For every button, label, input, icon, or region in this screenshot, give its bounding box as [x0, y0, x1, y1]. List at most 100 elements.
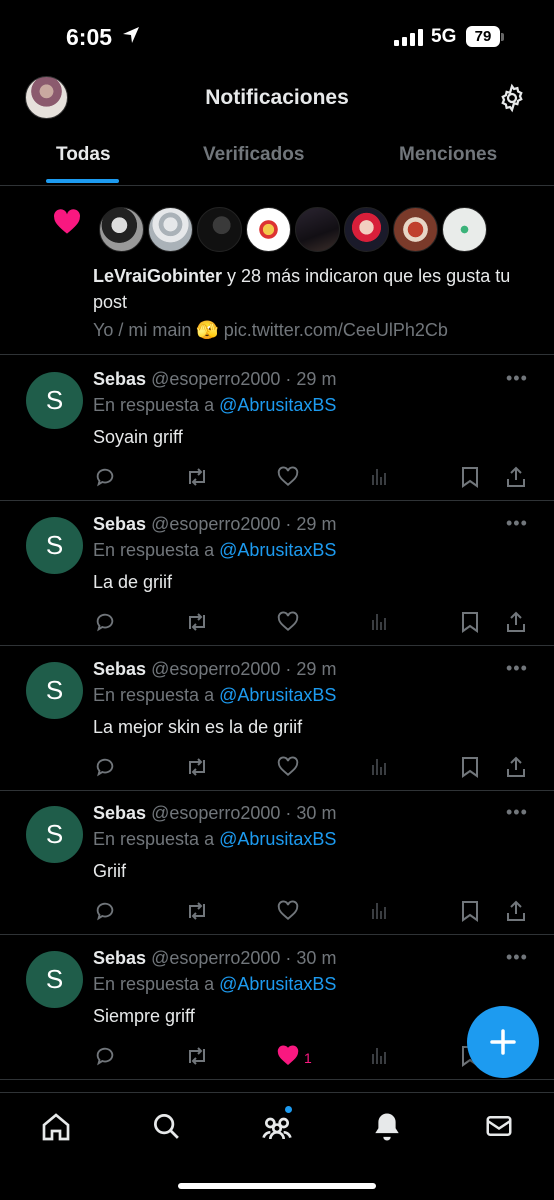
reply-prefix: En respuesta a: [93, 829, 220, 849]
author-avatar[interactable]: S: [26, 951, 83, 1008]
share-icon[interactable]: [506, 900, 526, 922]
liker-avatar[interactable]: [393, 207, 438, 252]
network-label: 5G: [431, 26, 457, 47]
like-icon[interactable]: [277, 756, 299, 777]
author-name[interactable]: Sebas: [93, 514, 146, 534]
bookmark-icon[interactable]: [461, 756, 479, 778]
liker-avatar[interactable]: [295, 207, 340, 252]
search-icon[interactable]: [151, 1111, 181, 1141]
reply-context: En respuesta a @AbrusitaxBS: [93, 540, 336, 561]
reply-icon[interactable]: [94, 611, 116, 633]
reply-icon[interactable]: [94, 466, 116, 488]
tweet-header: Sebas @esoperro2000 · 29 m: [93, 369, 336, 390]
share-icon[interactable]: [506, 466, 526, 488]
like-icon[interactable]: [277, 1045, 299, 1066]
communities-icon[interactable]: [261, 1111, 293, 1143]
tweet-actions: [0, 756, 554, 784]
author-avatar[interactable]: S: [26, 517, 83, 574]
views-icon[interactable]: [370, 1045, 388, 1065]
views-icon[interactable]: [370, 611, 388, 631]
retweet-icon[interactable]: [185, 1045, 209, 1067]
tweet-text: Griif: [93, 861, 126, 881]
tweet-text: Siempre griff: [93, 1006, 195, 1026]
more-options-icon[interactable]: •••: [506, 658, 528, 679]
page-title: Notificaciones: [205, 86, 349, 109]
tweet-actions: [0, 611, 554, 639]
liker-avatar[interactable]: [197, 207, 242, 252]
author-handle: @esoperro2000 · 29 m: [151, 369, 337, 389]
reply-icon[interactable]: [94, 1045, 116, 1067]
liker-avatar[interactable]: [442, 207, 487, 252]
reply-icon[interactable]: [94, 900, 116, 922]
post-preview[interactable]: Yo / mi main 🫣 pic.twitter.com/CeeUlPh2C…: [93, 320, 448, 341]
author-name[interactable]: Sebas: [93, 659, 146, 679]
bookmark-icon[interactable]: [461, 466, 479, 488]
reply-to-link[interactable]: @AbrusitaxBS: [219, 395, 336, 415]
reply-context: En respuesta a @AbrusitaxBS: [93, 395, 336, 416]
bell-icon[interactable]: [372, 1111, 402, 1143]
liker-avatar[interactable]: [99, 207, 144, 252]
tab-bar: Todas Verificados Menciones: [0, 132, 554, 186]
like-summary: LeVraiGobinter y 28 más indicaron que le…: [93, 263, 533, 315]
bookmark-icon[interactable]: [461, 900, 479, 922]
like-icon[interactable]: [277, 611, 299, 632]
author-handle: @esoperro2000 · 29 m: [151, 659, 337, 679]
home-icon[interactable]: [40, 1111, 72, 1143]
tweet-text: La mejor skin es la de griif: [93, 717, 303, 737]
tab-todas[interactable]: Todas: [56, 144, 111, 166]
reply-to-link[interactable]: @AbrusitaxBS: [219, 540, 336, 560]
reply-prefix: En respuesta a: [93, 540, 220, 560]
reply-prefix: En respuesta a: [93, 974, 220, 994]
liker-avatar[interactable]: [344, 207, 389, 252]
more-options-icon[interactable]: •••: [506, 802, 528, 823]
liker-name[interactable]: LeVraiGobinter: [93, 266, 222, 286]
author-avatar[interactable]: S: [26, 372, 83, 429]
tweet-actions: [0, 466, 554, 494]
reply-prefix: En respuesta a: [93, 395, 220, 415]
reply-tweet[interactable]: S Sebas @esoperro2000 · 29 m ••• En resp…: [0, 646, 554, 791]
tweet-text: La de griif: [93, 572, 173, 592]
retweet-icon[interactable]: [185, 466, 209, 488]
mail-icon[interactable]: [484, 1111, 514, 1141]
more-options-icon[interactable]: •••: [506, 947, 528, 968]
retweet-icon[interactable]: [185, 900, 209, 922]
battery-icon: 79: [466, 26, 500, 47]
author-avatar[interactable]: S: [26, 662, 83, 719]
author-avatar[interactable]: S: [26, 806, 83, 863]
status-bar: 6:05 5G 79: [0, 0, 554, 72]
bookmark-icon[interactable]: [461, 611, 479, 633]
views-icon[interactable]: [370, 900, 388, 920]
tab-verificados[interactable]: Verificados: [203, 144, 304, 166]
reply-tweet[interactable]: S Sebas @esoperro2000 · 30 m ••• En resp…: [0, 790, 554, 935]
more-options-icon[interactable]: •••: [506, 368, 528, 389]
liker-avatar[interactable]: [148, 207, 193, 252]
author-name[interactable]: Sebas: [93, 803, 146, 823]
tab-menciones[interactable]: Menciones: [399, 144, 497, 166]
reply-tweet[interactable]: S Sebas @esoperro2000 · 29 m ••• En resp…: [0, 356, 554, 501]
more-options-icon[interactable]: •••: [506, 513, 528, 534]
reply-to-link[interactable]: @AbrusitaxBS: [219, 829, 336, 849]
views-icon[interactable]: [370, 466, 388, 486]
reply-tweet[interactable]: S Sebas @esoperro2000 · 29 m ••• En resp…: [0, 501, 554, 646]
reply-icon[interactable]: [94, 756, 116, 778]
bottom-nav: [0, 1092, 554, 1200]
compose-button[interactable]: [467, 1006, 539, 1078]
retweet-icon[interactable]: [185, 611, 209, 633]
author-name[interactable]: Sebas: [93, 948, 146, 968]
like-icon[interactable]: [277, 900, 299, 921]
share-icon[interactable]: [506, 756, 526, 778]
retweet-icon[interactable]: [185, 756, 209, 778]
liker-avatar[interactable]: [246, 207, 291, 252]
views-icon[interactable]: [370, 756, 388, 776]
share-icon[interactable]: [506, 611, 526, 633]
reply-to-link[interactable]: @AbrusitaxBS: [219, 685, 336, 705]
like-icon[interactable]: [277, 466, 299, 487]
like-notification[interactable]: LeVraiGobinter y 28 más indicaron que le…: [0, 193, 554, 355]
tweet-actions: [0, 900, 554, 928]
reply-context: En respuesta a @AbrusitaxBS: [93, 685, 336, 706]
compose-icon: [490, 1029, 516, 1055]
reply-to-link[interactable]: @AbrusitaxBS: [219, 974, 336, 994]
author-name[interactable]: Sebas: [93, 369, 146, 389]
author-handle: @esoperro2000 · 30 m: [151, 948, 337, 968]
gear-icon[interactable]: [497, 83, 527, 113]
